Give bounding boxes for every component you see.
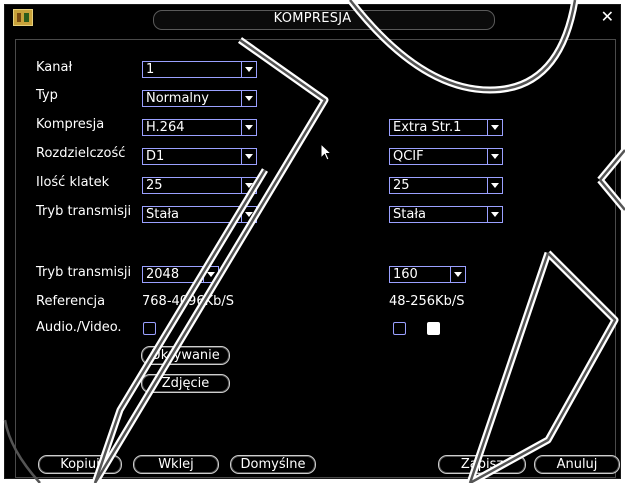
- title-bar: KOMPRESJA ✕: [5, 5, 620, 33]
- type-value: Normalny: [146, 91, 209, 106]
- save-button[interactable]: Zapisz: [438, 455, 526, 474]
- chevron-down-icon: [241, 207, 256, 222]
- extra-audio-checkbox[interactable]: [427, 322, 440, 335]
- cancel-button[interactable]: Anuluj: [534, 455, 620, 474]
- chevron-down-icon: [203, 267, 218, 282]
- frame-rate-select[interactable]: 25: [142, 177, 257, 194]
- chevron-down-icon: [487, 120, 502, 135]
- extra-frame-rate-select[interactable]: 25: [389, 177, 503, 194]
- compression-window: KOMPRESJA ✕ Kanał 1 Typ Normalny Kompres…: [4, 4, 621, 479]
- settings-panel: Kanał 1 Typ Normalny Kompresja H.264 Ext…: [15, 39, 620, 478]
- extra-bitrate-select[interactable]: 160: [389, 266, 466, 283]
- channel-value: 1: [146, 62, 155, 77]
- extra-bitrate-type-select[interactable]: Stała: [389, 206, 503, 223]
- save-label: Zapisz: [460, 457, 504, 472]
- extra-compression-select[interactable]: Extra Str.1: [389, 119, 503, 136]
- chevron-down-icon: [241, 91, 256, 106]
- frame-rate-label: Ilość klatek: [36, 175, 110, 190]
- mouse-pointer-icon: [320, 143, 333, 161]
- cancel-label: Anuluj: [556, 457, 598, 472]
- extra-frame-rate-value: 25: [393, 178, 410, 193]
- compression-label: Kompresja: [36, 117, 105, 132]
- compression-value: H.264: [146, 120, 185, 135]
- resolution-select[interactable]: D1: [142, 148, 257, 165]
- paste-button[interactable]: Wklej: [133, 455, 219, 474]
- resolution-value: D1: [146, 149, 165, 164]
- type-select[interactable]: Normalny: [142, 90, 257, 107]
- hide-area-label: Ukrywanie: [151, 348, 220, 363]
- channel-select[interactable]: 1: [142, 61, 257, 78]
- extra-compression-value: Extra Str.1: [393, 120, 462, 135]
- bitrate-label: Tryb transmisji: [36, 265, 132, 280]
- chevron-down-icon: [241, 178, 256, 193]
- reference-value: 768-4096Kb/S: [142, 294, 234, 309]
- default-button[interactable]: Domyślne: [230, 455, 316, 474]
- chevron-down-icon: [487, 207, 502, 222]
- chevron-down-icon: [450, 267, 465, 282]
- reference-label: Referencja: [36, 294, 106, 309]
- paste-label: Wklej: [158, 457, 194, 472]
- extra-audio-video-checkbox[interactable]: [393, 322, 406, 335]
- bitrate-type-select[interactable]: Stała: [142, 206, 257, 223]
- resolution-label: Rozdzielczość: [36, 146, 126, 161]
- snapshot-button[interactable]: Zdjęcie: [141, 374, 230, 393]
- close-icon[interactable]: ✕: [601, 9, 614, 25]
- copy-button[interactable]: Kopiuj: [38, 455, 122, 474]
- chevron-down-icon: [487, 178, 502, 193]
- extra-reference-value: 48-256Kb/S: [389, 294, 465, 309]
- chevron-down-icon: [241, 149, 256, 164]
- bitrate-select[interactable]: 2048: [142, 266, 219, 283]
- extra-bitrate-value: 160: [393, 267, 418, 282]
- type-label: Typ: [36, 88, 58, 103]
- extra-resolution-value: QCIF: [393, 149, 424, 164]
- window-title: KOMPRESJA: [273, 11, 352, 26]
- extra-bitrate-type-value: Stała: [393, 207, 426, 222]
- chevron-down-icon: [241, 62, 256, 77]
- hide-area-button[interactable]: Ukrywanie: [141, 346, 230, 365]
- bitrate-value: 2048: [146, 267, 180, 282]
- chevron-down-icon: [241, 120, 256, 135]
- bitrate-type-label: Tryb transmisji: [36, 204, 132, 219]
- bitrate-type-value: Stała: [146, 207, 179, 222]
- default-label: Domyślne: [240, 457, 306, 472]
- extra-resolution-select[interactable]: QCIF: [389, 148, 503, 165]
- audio-video-label: Audio./Video.: [36, 320, 122, 335]
- copy-label: Kopiuj: [60, 457, 100, 472]
- snapshot-label: Zdjęcie: [161, 376, 210, 391]
- compression-select[interactable]: H.264: [142, 119, 257, 136]
- frame-rate-value: 25: [146, 178, 163, 193]
- channel-label: Kanał: [36, 60, 73, 75]
- chevron-down-icon: [487, 149, 502, 164]
- audio-video-checkbox[interactable]: [143, 322, 156, 335]
